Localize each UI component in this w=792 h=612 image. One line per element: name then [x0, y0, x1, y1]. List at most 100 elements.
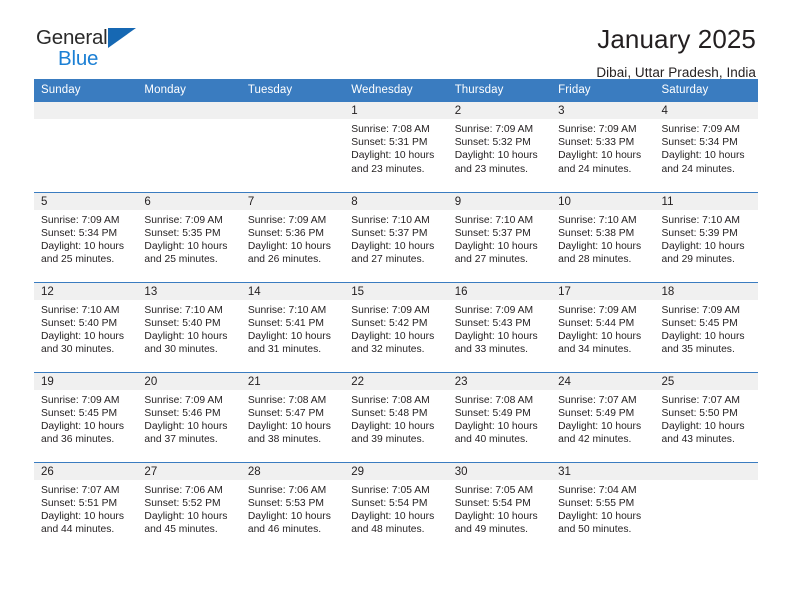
calendar-day-cell[interactable]: 31 Sunrise: 7:04 AM Sunset: 5:55 PM Dayligh…: [551, 461, 655, 552]
calendar-day-cell[interactable]: 9 Sunrise: 7:10 AM Sunset: 5:37 PM Daylight…: [447, 191, 552, 282]
calendar-day-cell[interactable]: 22 Sunrise: 7:08 AM Sunset: 5:48 PM Dayligh…: [344, 371, 448, 462]
calendar-day-cell[interactable]: 19 Sunrise: 7:09 AM Sunset: 5:45 PM Dayligh…: [34, 371, 138, 462]
daylight-text-line1: Daylight: 10 hours: [454, 150, 538, 162]
sunset-text: Sunset: 5:46 PM: [144, 407, 221, 419]
calendar-day-cell[interactable]: 27 Sunrise: 7:06 AM Sunset: 5:52 PM Dayligh…: [137, 461, 241, 552]
sunset-text: Sunset: 5:54 PM: [454, 497, 531, 509]
calendar-week-row: 1 Sunrise: 7:08 AM Sunset: 5:31 PM Daylight…: [34, 102, 758, 192]
day-number: 25: [654, 372, 758, 390]
calendar-day-cell-empty: [137, 102, 241, 192]
sunrise-text: Sunrise: 7:07 AM: [661, 394, 740, 406]
day-number: 19: [34, 372, 138, 390]
calendar-day-cell[interactable]: 6 Sunrise: 7:09 AM Sunset: 5:35 PM Daylight…: [137, 191, 241, 282]
calendar-day-cell[interactable]: 30 Sunrise: 7:05 AM Sunset: 5:54 PM Dayligh…: [447, 461, 552, 552]
daylight-text-line2: and 24 minutes.: [661, 163, 735, 175]
daylight-text-line2: and 35 minutes.: [661, 344, 735, 356]
day-details: Sunrise: 7:09 AM Sunset: 5:45 PM Daylight:…: [655, 300, 758, 357]
sunset-text: Sunset: 5:45 PM: [661, 317, 738, 329]
daylight-text-line2: and 28 minutes.: [558, 254, 632, 266]
sunrise-text: Sunrise: 7:09 AM: [454, 124, 534, 135]
day-number: 14: [240, 282, 345, 300]
calendar-week-row: 26 Sunrise: 7:07 AM Sunset: 5:51 PM Dayligh…: [34, 461, 758, 552]
calendar-day-cell[interactable]: 24 Sunrise: 7:07 AM Sunset: 5:49 PM Dayligh…: [551, 371, 655, 462]
daylight-text-line2: and 29 minutes.: [661, 254, 735, 266]
calendar-day-cell[interactable]: 15 Sunrise: 7:09 AM Sunset: 5:42 PM Dayligh…: [344, 281, 448, 372]
day-details: Sunrise: 7:09 AM Sunset: 5:32 PM Daylight:…: [448, 119, 551, 176]
sunset-text: Sunset: 5:55 PM: [558, 497, 635, 509]
calendar-day-cell[interactable]: 3 Sunrise: 7:09 AM Sunset: 5:33 PM Daylight…: [551, 102, 655, 192]
weekday-header-sunday: Sunday: [34, 79, 138, 102]
sunrise-text: Sunrise: 7:09 AM: [144, 394, 223, 406]
daylight-text-line1: Daylight: 10 hours: [144, 240, 228, 252]
daylight-text-line1: Daylight: 10 hours: [558, 420, 642, 432]
sunrise-text: Sunrise: 7:08 AM: [351, 124, 430, 135]
calendar-day-cell[interactable]: 29 Sunrise: 7:05 AM Sunset: 5:54 PM Dayligh…: [344, 461, 448, 552]
daylight-text-line1: Daylight: 10 hours: [351, 240, 435, 252]
calendar-week-row: 19 Sunrise: 7:09 AM Sunset: 5:45 PM Dayligh…: [34, 371, 758, 462]
day-number: 9: [447, 192, 552, 210]
calendar-day-cell[interactable]: 17 Sunrise: 7:09 AM Sunset: 5:44 PM Dayligh…: [551, 281, 655, 372]
sunset-text: Sunset: 5:43 PM: [454, 317, 531, 329]
calendar-day-cell[interactable]: 8 Sunrise: 7:10 AM Sunset: 5:37 PM Daylight…: [344, 191, 448, 282]
day-number: 15: [344, 282, 448, 300]
daylight-text-line2: and 44 minutes.: [41, 524, 115, 536]
calendar-day-cell[interactable]: 28 Sunrise: 7:06 AM Sunset: 5:53 PM Dayligh…: [240, 461, 345, 552]
sunrise-text: Sunrise: 7:05 AM: [351, 484, 430, 496]
sunrise-text: Sunrise: 7:10 AM: [144, 304, 223, 316]
day-details: Sunrise: 7:10 AM Sunset: 5:39 PM Daylight:…: [655, 210, 758, 267]
day-number: 10: [551, 192, 655, 210]
daylight-text-line2: and 26 minutes.: [247, 254, 322, 266]
calendar-day-cell[interactable]: 10 Sunrise: 7:10 AM Sunset: 5:38 PM Dayligh…: [551, 191, 655, 282]
day-details: Sunrise: 7:07 AM Sunset: 5:49 PM Daylight:…: [551, 390, 654, 447]
calendar-day-cell[interactable]: 4 Sunrise: 7:09 AM Sunset: 5:34 PM Daylight…: [654, 102, 758, 192]
calendar-day-cell[interactable]: 12 Sunrise: 7:10 AM Sunset: 5:40 PM Dayligh…: [34, 281, 138, 372]
calendar-day-cell[interactable]: 11 Sunrise: 7:10 AM Sunset: 5:39 PM Dayligh…: [654, 191, 758, 282]
calendar-day-cell[interactable]: 23 Sunrise: 7:08 AM Sunset: 5:49 PM Dayligh…: [447, 371, 552, 462]
day-details: Sunrise: 7:09 AM Sunset: 5:35 PM Daylight:…: [137, 210, 240, 267]
day-number: 7: [240, 192, 345, 210]
sunrise-text: Sunrise: 7:10 AM: [351, 214, 430, 226]
day-details: Sunrise: 7:10 AM Sunset: 5:40 PM Daylight:…: [137, 300, 240, 357]
calendar-day-cell[interactable]: 5 Sunrise: 7:09 AM Sunset: 5:34 PM Daylight…: [34, 191, 138, 282]
calendar-day-cell[interactable]: 18 Sunrise: 7:09 AM Sunset: 5:45 PM Dayligh…: [654, 281, 758, 372]
daylight-text-line2: and 23 minutes.: [351, 163, 425, 175]
calendar-week-row: 5 Sunrise: 7:09 AM Sunset: 5:34 PM Daylight…: [34, 191, 758, 282]
day-number: 5: [34, 192, 138, 210]
calendar-day-cell[interactable]: 7 Sunrise: 7:09 AM Sunset: 5:36 PM Daylight…: [240, 191, 345, 282]
day-details: Sunrise: 7:10 AM Sunset: 5:38 PM Daylight:…: [551, 210, 654, 267]
day-number: 6: [137, 192, 241, 210]
daylight-text-line2: and 30 minutes.: [41, 344, 115, 356]
calendar-day-cell[interactable]: 26 Sunrise: 7:07 AM Sunset: 5:51 PM Dayligh…: [34, 461, 138, 552]
calendar-day-cell[interactable]: 1 Sunrise: 7:08 AM Sunset: 5:31 PM Daylight…: [344, 102, 448, 192]
sunset-text: Sunset: 5:48 PM: [351, 407, 428, 419]
day-details: Sunrise: 7:10 AM Sunset: 5:37 PM Daylight:…: [448, 210, 551, 267]
day-details: Sunrise: 7:09 AM Sunset: 5:44 PM Daylight:…: [551, 300, 654, 357]
daylight-text-line1: Daylight: 10 hours: [351, 150, 435, 162]
sunrise-text: Sunrise: 7:08 AM: [247, 394, 327, 406]
calendar-week-row: 12 Sunrise: 7:10 AM Sunset: 5:40 PM Dayligh…: [34, 281, 758, 372]
calendar-day-cell[interactable]: 20 Sunrise: 7:09 AM Sunset: 5:46 PM Dayligh…: [137, 371, 241, 462]
sunrise-text: Sunrise: 7:07 AM: [41, 484, 120, 496]
calendar-day-cell[interactable]: 16 Sunrise: 7:09 AM Sunset: 5:43 PM Dayligh…: [447, 281, 552, 372]
sunrise-text: Sunrise: 7:06 AM: [144, 484, 223, 496]
day-number: 13: [137, 282, 241, 300]
day-details: Sunrise: 7:08 AM Sunset: 5:48 PM Daylight:…: [344, 390, 447, 447]
calendar-day-cell[interactable]: 21 Sunrise: 7:08 AM Sunset: 5:47 PM Dayligh…: [240, 371, 345, 462]
calendar-header-row: Sunday Monday Tuesday Wednesday Thursday…: [34, 79, 758, 102]
day-details: Sunrise: 7:05 AM Sunset: 5:54 PM Daylight:…: [344, 480, 447, 537]
sunrise-text: Sunrise: 7:04 AM: [558, 484, 637, 496]
daylight-text-line1: Daylight: 10 hours: [247, 240, 331, 252]
day-details: Sunrise: 7:04 AM Sunset: 5:55 PM Daylight:…: [551, 480, 654, 537]
sunset-text: Sunset: 5:47 PM: [247, 407, 324, 419]
sunrise-text: Sunrise: 7:09 AM: [454, 304, 534, 316]
calendar-day-cell[interactable]: 25 Sunrise: 7:07 AM Sunset: 5:50 PM Dayligh…: [654, 371, 758, 462]
sunset-text: Sunset: 5:40 PM: [144, 317, 221, 329]
general-blue-logo[interactable]: General Blue: [36, 26, 148, 72]
daylight-text-line1: Daylight: 10 hours: [247, 330, 331, 342]
calendar-day-cell[interactable]: 13 Sunrise: 7:10 AM Sunset: 5:40 PM Dayligh…: [137, 281, 241, 372]
calendar-day-cell[interactable]: 2 Sunrise: 7:09 AM Sunset: 5:32 PM Daylight…: [447, 102, 552, 192]
calendar-day-cell[interactable]: 14 Sunrise: 7:10 AM Sunset: 5:41 PM Dayligh…: [240, 281, 345, 372]
sunset-text: Sunset: 5:52 PM: [144, 497, 221, 509]
page-subtitle: Dibai, Uttar Pradesh, India: [596, 65, 756, 81]
daylight-text-line2: and 27 minutes.: [351, 254, 425, 266]
